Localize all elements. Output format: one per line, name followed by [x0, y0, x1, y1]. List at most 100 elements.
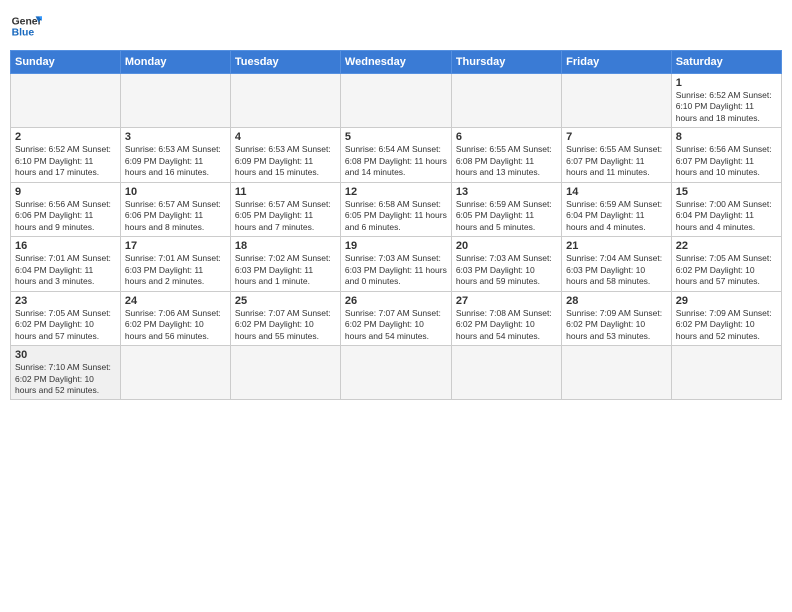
calendar-cell: 30Sunrise: 7:10 AM Sunset: 6:02 PM Dayli… — [11, 346, 121, 400]
calendar-cell: 15Sunrise: 7:00 AM Sunset: 6:04 PM Dayli… — [671, 182, 781, 236]
calendar-cell: 25Sunrise: 7:07 AM Sunset: 6:02 PM Dayli… — [230, 291, 340, 345]
svg-text:Blue: Blue — [12, 28, 35, 39]
day-number: 16 — [15, 240, 116, 252]
weekday-header-monday: Monday — [120, 51, 230, 74]
calendar-cell: 8Sunrise: 6:56 AM Sunset: 6:07 PM Daylig… — [671, 128, 781, 182]
day-info: Sunrise: 6:56 AM Sunset: 6:06 PM Dayligh… — [15, 199, 116, 233]
day-info: Sunrise: 6:59 AM Sunset: 6:04 PM Dayligh… — [566, 199, 667, 233]
weekday-header-saturday: Saturday — [671, 51, 781, 74]
day-number: 3 — [125, 131, 226, 143]
calendar-cell: 29Sunrise: 7:09 AM Sunset: 6:02 PM Dayli… — [671, 291, 781, 345]
day-info: Sunrise: 7:08 AM Sunset: 6:02 PM Dayligh… — [456, 308, 557, 342]
day-number: 28 — [566, 295, 667, 307]
day-number: 14 — [566, 186, 667, 198]
day-info: Sunrise: 7:03 AM Sunset: 6:03 PM Dayligh… — [345, 253, 447, 287]
day-number: 19 — [345, 240, 447, 252]
calendar-cell — [120, 74, 230, 128]
calendar-week-3: 9Sunrise: 6:56 AM Sunset: 6:06 PM Daylig… — [11, 182, 782, 236]
day-number: 4 — [235, 131, 336, 143]
day-info: Sunrise: 6:59 AM Sunset: 6:05 PM Dayligh… — [456, 199, 557, 233]
calendar-cell: 22Sunrise: 7:05 AM Sunset: 6:02 PM Dayli… — [671, 237, 781, 291]
calendar-week-4: 16Sunrise: 7:01 AM Sunset: 6:04 PM Dayli… — [11, 237, 782, 291]
day-info: Sunrise: 7:01 AM Sunset: 6:03 PM Dayligh… — [125, 253, 226, 287]
day-info: Sunrise: 6:53 AM Sunset: 6:09 PM Dayligh… — [125, 144, 226, 178]
day-number: 20 — [456, 240, 557, 252]
day-number: 9 — [15, 186, 116, 198]
calendar-cell — [340, 346, 451, 400]
calendar-cell: 1Sunrise: 6:52 AM Sunset: 6:10 PM Daylig… — [671, 74, 781, 128]
calendar-week-5: 23Sunrise: 7:05 AM Sunset: 6:02 PM Dayli… — [11, 291, 782, 345]
calendar-week-2: 2Sunrise: 6:52 AM Sunset: 6:10 PM Daylig… — [11, 128, 782, 182]
calendar-cell: 20Sunrise: 7:03 AM Sunset: 6:03 PM Dayli… — [451, 237, 561, 291]
calendar-cell — [230, 74, 340, 128]
day-info: Sunrise: 7:06 AM Sunset: 6:02 PM Dayligh… — [125, 308, 226, 342]
day-info: Sunrise: 6:58 AM Sunset: 6:05 PM Dayligh… — [345, 199, 447, 233]
calendar-cell: 5Sunrise: 6:54 AM Sunset: 6:08 PM Daylig… — [340, 128, 451, 182]
calendar-cell: 6Sunrise: 6:55 AM Sunset: 6:08 PM Daylig… — [451, 128, 561, 182]
day-info: Sunrise: 6:57 AM Sunset: 6:06 PM Dayligh… — [125, 199, 226, 233]
weekday-header-row: SundayMondayTuesdayWednesdayThursdayFrid… — [11, 51, 782, 74]
calendar-cell — [120, 346, 230, 400]
calendar-cell: 21Sunrise: 7:04 AM Sunset: 6:03 PM Dayli… — [562, 237, 672, 291]
day-info: Sunrise: 7:09 AM Sunset: 6:02 PM Dayligh… — [676, 308, 777, 342]
calendar-cell — [562, 74, 672, 128]
calendar-cell: 16Sunrise: 7:01 AM Sunset: 6:04 PM Dayli… — [11, 237, 121, 291]
day-number: 23 — [15, 295, 116, 307]
calendar-week-1: 1Sunrise: 6:52 AM Sunset: 6:10 PM Daylig… — [11, 74, 782, 128]
calendar-cell: 24Sunrise: 7:06 AM Sunset: 6:02 PM Dayli… — [120, 291, 230, 345]
day-number: 24 — [125, 295, 226, 307]
day-number: 5 — [345, 131, 447, 143]
weekday-header-thursday: Thursday — [451, 51, 561, 74]
calendar-cell: 28Sunrise: 7:09 AM Sunset: 6:02 PM Dayli… — [562, 291, 672, 345]
logo: General Blue — [10, 10, 42, 42]
day-number: 12 — [345, 186, 447, 198]
calendar-cell: 18Sunrise: 7:02 AM Sunset: 6:03 PM Dayli… — [230, 237, 340, 291]
day-number: 8 — [676, 131, 777, 143]
day-number: 18 — [235, 240, 336, 252]
day-info: Sunrise: 6:55 AM Sunset: 6:08 PM Dayligh… — [456, 144, 557, 178]
calendar-cell: 23Sunrise: 7:05 AM Sunset: 6:02 PM Dayli… — [11, 291, 121, 345]
day-info: Sunrise: 7:10 AM Sunset: 6:02 PM Dayligh… — [15, 362, 116, 396]
calendar-cell: 9Sunrise: 6:56 AM Sunset: 6:06 PM Daylig… — [11, 182, 121, 236]
calendar-cell: 10Sunrise: 6:57 AM Sunset: 6:06 PM Dayli… — [120, 182, 230, 236]
day-number: 30 — [15, 349, 116, 361]
day-info: Sunrise: 7:07 AM Sunset: 6:02 PM Dayligh… — [345, 308, 447, 342]
day-info: Sunrise: 6:54 AM Sunset: 6:08 PM Dayligh… — [345, 144, 447, 178]
day-info: Sunrise: 7:09 AM Sunset: 6:02 PM Dayligh… — [566, 308, 667, 342]
day-number: 25 — [235, 295, 336, 307]
weekday-header-wednesday: Wednesday — [340, 51, 451, 74]
day-number: 26 — [345, 295, 447, 307]
calendar-cell — [562, 346, 672, 400]
calendar-cell: 4Sunrise: 6:53 AM Sunset: 6:09 PM Daylig… — [230, 128, 340, 182]
calendar-cell: 3Sunrise: 6:53 AM Sunset: 6:09 PM Daylig… — [120, 128, 230, 182]
calendar-cell — [230, 346, 340, 400]
logo-icon: General Blue — [10, 10, 42, 42]
calendar-cell — [451, 346, 561, 400]
day-number: 22 — [676, 240, 777, 252]
weekday-header-sunday: Sunday — [11, 51, 121, 74]
day-number: 7 — [566, 131, 667, 143]
day-number: 11 — [235, 186, 336, 198]
day-number: 21 — [566, 240, 667, 252]
day-info: Sunrise: 7:02 AM Sunset: 6:03 PM Dayligh… — [235, 253, 336, 287]
day-info: Sunrise: 6:57 AM Sunset: 6:05 PM Dayligh… — [235, 199, 336, 233]
day-number: 10 — [125, 186, 226, 198]
calendar-cell: 11Sunrise: 6:57 AM Sunset: 6:05 PM Dayli… — [230, 182, 340, 236]
weekday-header-friday: Friday — [562, 51, 672, 74]
day-number: 27 — [456, 295, 557, 307]
day-number: 6 — [456, 131, 557, 143]
calendar-cell: 13Sunrise: 6:59 AM Sunset: 6:05 PM Dayli… — [451, 182, 561, 236]
calendar-cell: 7Sunrise: 6:55 AM Sunset: 6:07 PM Daylig… — [562, 128, 672, 182]
day-number: 13 — [456, 186, 557, 198]
calendar-table: SundayMondayTuesdayWednesdayThursdayFrid… — [10, 50, 782, 400]
calendar-cell: 26Sunrise: 7:07 AM Sunset: 6:02 PM Dayli… — [340, 291, 451, 345]
calendar-cell — [671, 346, 781, 400]
weekday-header-tuesday: Tuesday — [230, 51, 340, 74]
calendar-cell — [11, 74, 121, 128]
day-number: 15 — [676, 186, 777, 198]
calendar-week-6: 30Sunrise: 7:10 AM Sunset: 6:02 PM Dayli… — [11, 346, 782, 400]
day-info: Sunrise: 6:52 AM Sunset: 6:10 PM Dayligh… — [15, 144, 116, 178]
day-info: Sunrise: 7:04 AM Sunset: 6:03 PM Dayligh… — [566, 253, 667, 287]
day-number: 1 — [676, 77, 777, 89]
day-info: Sunrise: 7:05 AM Sunset: 6:02 PM Dayligh… — [676, 253, 777, 287]
